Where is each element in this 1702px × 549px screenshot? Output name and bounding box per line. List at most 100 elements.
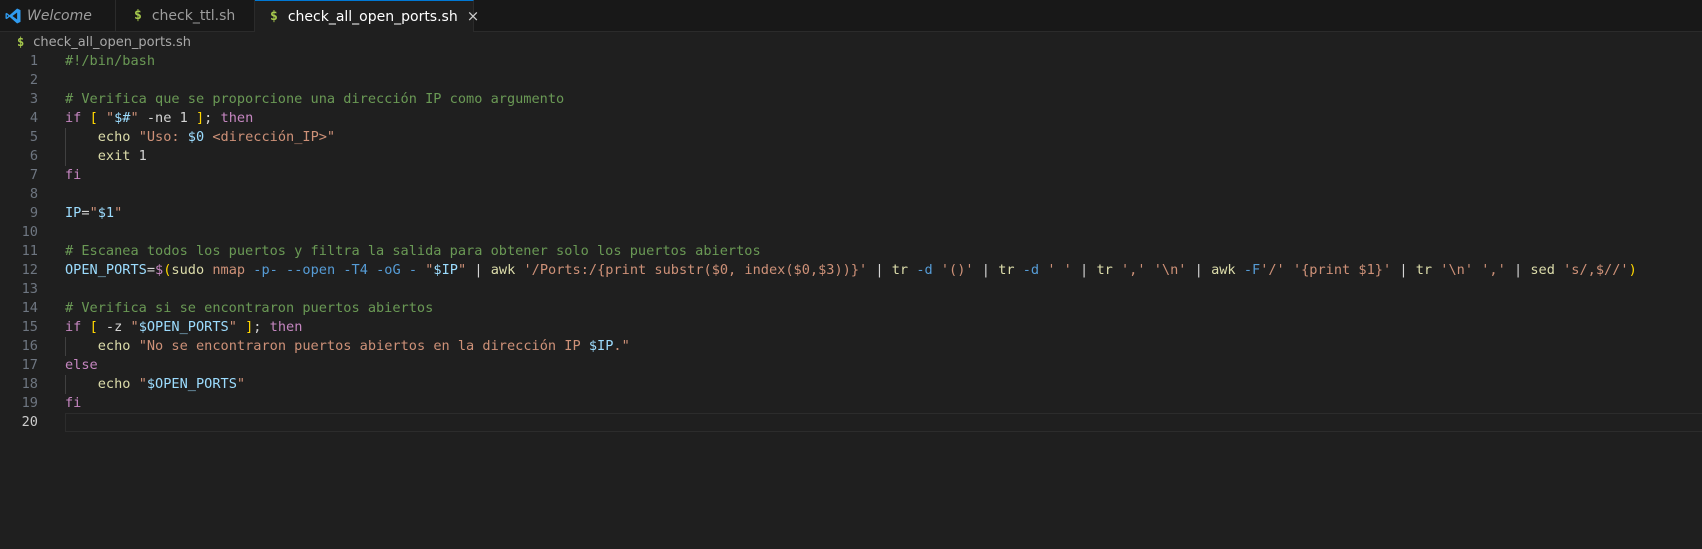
code-line[interactable]: 12 OPEN_PORTS=$(sudo nmap -p- --open -T4 … xyxy=(0,261,1702,280)
code-text: # Escanea todos los puertos y filtra la … xyxy=(65,242,761,261)
code-token: tr xyxy=(1096,262,1113,278)
line-number: 17 xyxy=(21,357,38,373)
line-number: 13 xyxy=(21,281,38,297)
code-token: sed xyxy=(1530,262,1555,278)
line-number: 4 xyxy=(29,110,38,126)
code-token: $OPEN_PORTS xyxy=(146,376,237,392)
code-line[interactable]: 9 IP="$1" xyxy=(0,204,1702,223)
tab-check-all-open-ports[interactable]: $ check_all_open_ports.sh × xyxy=(255,0,479,32)
code-line[interactable]: 3 # Verifica que se proporcione una direc… xyxy=(0,90,1702,109)
line-number: 20 xyxy=(21,414,38,430)
dollar-icon: $ xyxy=(134,8,142,23)
code-token: echo xyxy=(97,338,131,354)
code-text: echo "$OPEN_PORTS" xyxy=(65,375,245,394)
code-line[interactable]: 2 xyxy=(0,71,1702,90)
line-number: 15 xyxy=(21,319,38,335)
code-token: echo xyxy=(97,376,131,392)
code-token: " xyxy=(457,262,467,278)
code-token: IP xyxy=(65,205,82,221)
code-token: $0 xyxy=(187,129,205,145)
code-token: | xyxy=(1186,262,1212,278)
code-token: #!/bin/bash xyxy=(65,53,156,69)
code-token: sudo xyxy=(171,262,205,278)
code-line[interactable]: 7 fi xyxy=(0,166,1702,185)
code-token: '\n' xyxy=(1153,262,1187,278)
tab-welcome[interactable]: Welcome xyxy=(0,0,116,31)
code-token: | xyxy=(1505,262,1531,278)
line-number: 2 xyxy=(29,72,38,88)
code-line[interactable]: 10 xyxy=(0,223,1702,242)
close-icon[interactable]: × xyxy=(467,9,480,24)
code-line[interactable]: 16 echo "No se encontraron puertos abier… xyxy=(0,337,1702,356)
code-line[interactable]: 17 else xyxy=(0,356,1702,375)
code-line[interactable]: 20 xyxy=(0,413,1702,432)
code-text: # Verifica si se encontraron puertos abi… xyxy=(65,299,433,318)
code-token: ; xyxy=(204,110,221,126)
code-token: tr xyxy=(891,262,909,278)
dollar-icon: $ xyxy=(270,9,278,24)
code-token: | xyxy=(1391,262,1416,278)
code-text: exit 1 xyxy=(65,147,147,166)
code-token: " xyxy=(105,110,115,126)
code-token: "No se encontraron puertos abiertos en l… xyxy=(138,338,589,354)
line-number: 6 xyxy=(29,148,38,164)
code-token: $# xyxy=(114,110,131,126)
code-token: -T4 xyxy=(343,262,368,278)
code-line[interactable]: 8 xyxy=(0,185,1702,204)
breadcrumb: $ check_all_open_ports.sh xyxy=(17,33,191,51)
code-token: ',' xyxy=(1121,262,1146,278)
line-number: 16 xyxy=(21,338,38,354)
code-token: = xyxy=(146,262,156,278)
code-editor[interactable]: 1 #!/bin/bash 2 3 # Verifica que se proporci… xyxy=(0,52,1702,432)
code-line[interactable]: 15 if [ -z "$OPEN_PORTS" ]; then xyxy=(0,318,1702,337)
code-token: nmap xyxy=(212,262,246,278)
code-line[interactable]: 19 fi xyxy=(0,394,1702,413)
code-text: #!/bin/bash xyxy=(65,52,155,71)
code-token: '/' xyxy=(1260,262,1285,278)
code-token: then xyxy=(220,110,254,126)
code-token: -z xyxy=(97,319,131,335)
code-token: " xyxy=(130,319,139,335)
code-token: exit xyxy=(97,148,131,164)
code-text: # Verifica que se proporcione una direcc… xyxy=(65,90,564,109)
line-number: 12 xyxy=(21,262,38,278)
tab-label: check_all_open_ports.sh xyxy=(287,8,458,25)
line-number: 18 xyxy=(21,376,38,392)
code-line[interactable]: 1 #!/bin/bash xyxy=(0,52,1702,71)
code-line[interactable]: 14 # Verifica si se encontraron puertos a… xyxy=(0,299,1702,318)
code-line[interactable]: 11 # Escanea todos los puertos y filtra l… xyxy=(0,242,1702,261)
code-line[interactable]: 5 echo "Uso: $0 <dirección_IP>" xyxy=(0,128,1702,147)
line-number: 19 xyxy=(21,395,38,411)
breadcrumb-file[interactable]: check_all_open_ports.sh xyxy=(33,35,191,50)
code-token: ',' xyxy=(1481,262,1506,278)
code-line[interactable]: 4 if [ "$#" -ne 1 ]; then xyxy=(0,109,1702,128)
code-text: if [ "$#" -ne 1 ]; then xyxy=(65,109,253,128)
code-token: [ xyxy=(89,319,98,335)
code-line[interactable]: 13 xyxy=(0,280,1702,299)
code-token: '\n' xyxy=(1440,262,1474,278)
code-token: -ne 1 xyxy=(138,110,196,126)
editor-window: Welcome $ check_ttl.sh $ check_all_open_… xyxy=(0,0,1702,549)
code-token: " xyxy=(228,319,237,335)
code-token: '()' xyxy=(940,262,974,278)
code-token: ) xyxy=(1628,262,1637,278)
code-token: ] xyxy=(195,110,205,126)
code-token: | xyxy=(466,262,491,278)
tab-check-ttl[interactable]: $ check_ttl.sh xyxy=(116,0,255,31)
code-token: ; xyxy=(253,319,270,335)
code-line[interactable]: 18 echo "$OPEN_PORTS" xyxy=(0,375,1702,394)
code-token: = xyxy=(81,205,90,221)
code-line[interactable]: 6 exit 1 xyxy=(0,147,1702,166)
